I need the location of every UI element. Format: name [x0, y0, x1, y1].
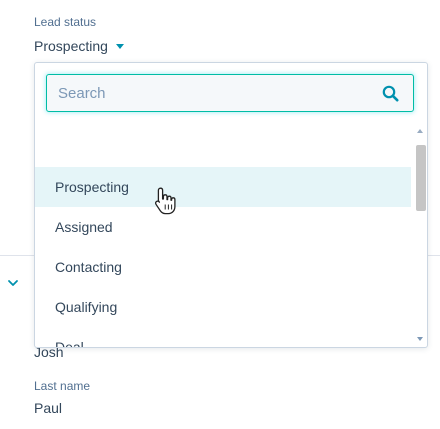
caret-down-icon — [115, 44, 124, 49]
search-box — [46, 74, 414, 112]
lead-status-dropdown-toggle[interactable]: Prospecting — [34, 36, 124, 56]
option-assigned[interactable]: Assigned — [35, 207, 411, 247]
option-label: Qualifying — [55, 299, 118, 315]
search-input[interactable] — [47, 75, 367, 111]
option-label: Contacting — [55, 259, 122, 275]
scroll-thumb[interactable] — [416, 145, 426, 211]
option-label: Deal — [55, 339, 84, 347]
scroll-up-arrow-icon[interactable] — [417, 129, 423, 133]
lead-status-selected-value: Prospecting — [34, 38, 108, 54]
record-sidebar: Lead status Prospecting Josh Last name P… — [0, 0, 440, 429]
option-label: Prospecting — [55, 179, 129, 195]
option-contacting[interactable]: Contacting — [35, 247, 411, 287]
option-prospecting[interactable]: Prospecting — [35, 167, 411, 207]
last-name-value[interactable]: Paul — [34, 400, 62, 416]
option-label: Assigned — [55, 219, 113, 235]
lead-status-label: Lead status — [34, 15, 97, 29]
options-scrollbar[interactable] — [413, 125, 427, 345]
option-deal[interactable]: Deal — [35, 327, 411, 347]
last-name-label: Last name — [34, 379, 91, 393]
chevron-down-icon[interactable] — [6, 276, 20, 290]
lead-status-dropdown-menu: Prospecting Assigned Contacting Qualifyi… — [34, 62, 428, 348]
scroll-down-arrow-icon[interactable] — [417, 337, 423, 341]
search-icon[interactable] — [382, 85, 399, 102]
option-qualifying[interactable]: Qualifying — [35, 287, 411, 327]
options-list: Prospecting Assigned Contacting Qualifyi… — [35, 167, 411, 347]
